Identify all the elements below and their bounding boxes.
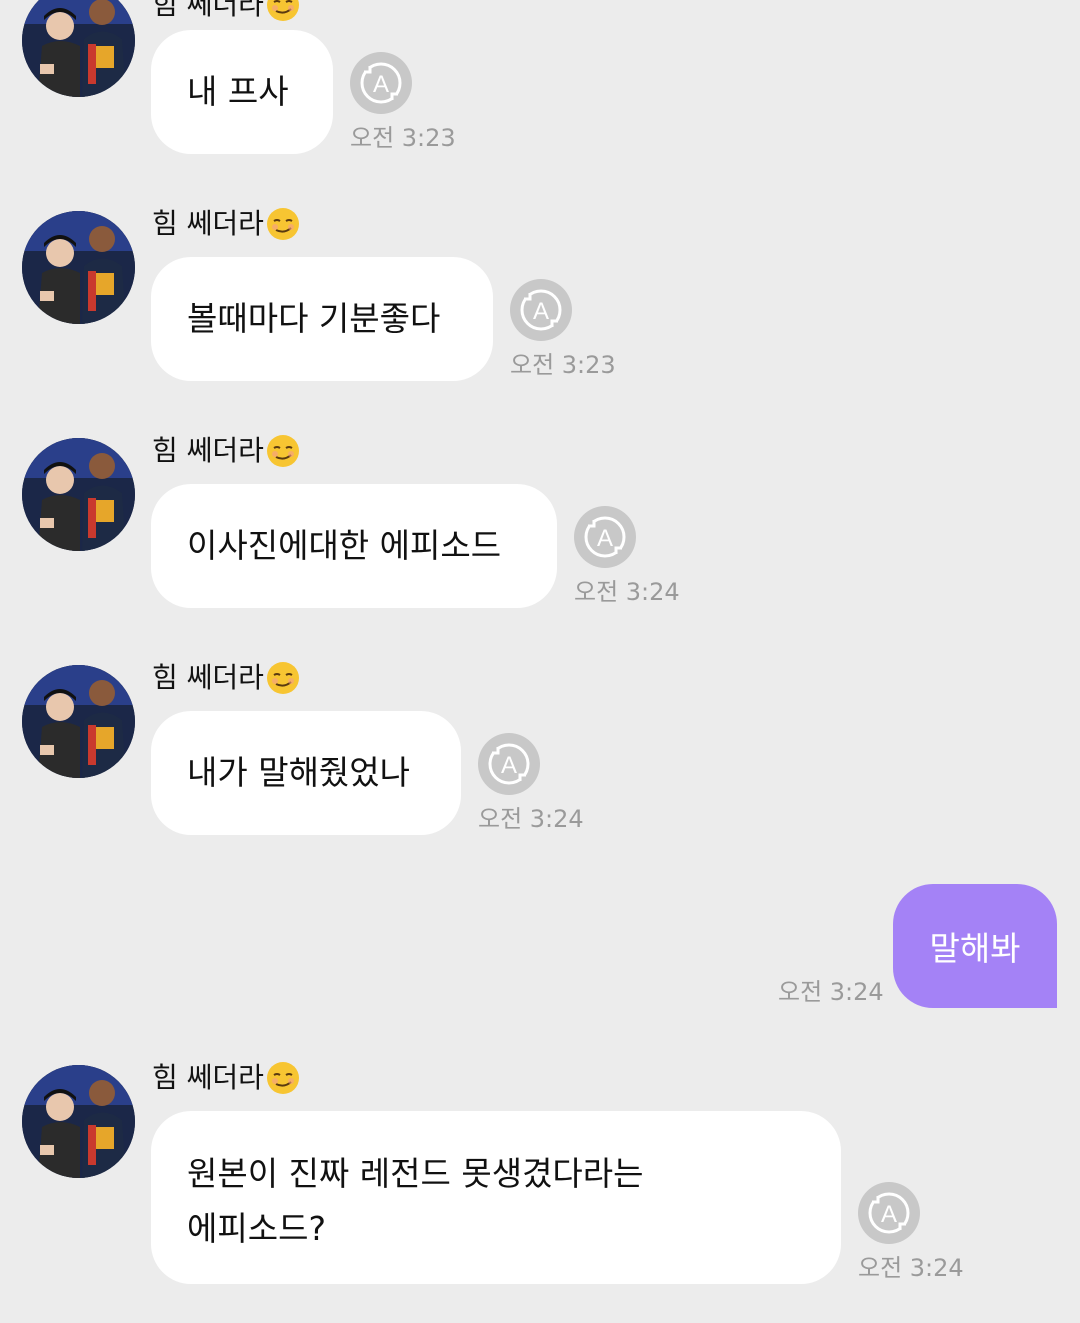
avatar[interactable] (22, 665, 135, 778)
message-text: 내 프사 (187, 72, 289, 111)
smirking-face-icon (266, 1061, 300, 1095)
svg-text:A: A (533, 298, 549, 325)
auto-translate-icon: A (868, 1192, 910, 1234)
timestamp: 오전 3:24 (478, 805, 584, 833)
message-text: 볼때마다 기분좋다 (187, 299, 441, 338)
avatar[interactable] (22, 0, 135, 97)
translate-button[interactable]: A (858, 1182, 920, 1244)
sender-name: 힘 쎄더라 (152, 1061, 300, 1095)
timestamp: 오전 3:24 (574, 578, 680, 606)
timestamp: 오전 3:23 (510, 351, 616, 379)
message-text-line: 원본이 진짜 레전드 못생겼다라는 (187, 1154, 644, 1193)
sender-name: 힘 쎄더라 (152, 434, 300, 468)
profile-photo-image (22, 1065, 135, 1178)
svg-text:A: A (373, 71, 389, 98)
sender-name-text: 힘 쎄더라 (152, 1061, 264, 1094)
message-text: 이사진에대한 에피소드 (187, 526, 502, 565)
profile-photo-image (22, 0, 135, 97)
my-message-text: 말해봐 (929, 929, 1021, 968)
svg-text:A: A (501, 752, 517, 779)
translate-button[interactable]: A (510, 279, 572, 341)
avatar[interactable] (22, 211, 135, 324)
profile-photo-image (22, 438, 135, 551)
svg-text:A: A (597, 525, 613, 552)
message-bubble[interactable]: 원본이 진짜 레전드 못생겼다라는 에피소드? (151, 1111, 841, 1284)
sender-name-text: 힘 쎄더라 (152, 207, 264, 240)
translate-button[interactable]: A (574, 506, 636, 568)
auto-translate-icon: A (584, 516, 626, 558)
message-text-line: 에피소드? (187, 1209, 326, 1248)
timestamp: 오전 3:24 (858, 1254, 964, 1282)
auto-translate-icon: A (360, 62, 402, 104)
sender-name-text: 힘 쎄더라 (152, 434, 264, 467)
timestamp: 오전 3:23 (350, 124, 456, 152)
sender-name: 힘 쎄더라 (152, 207, 300, 241)
profile-photo-image (22, 665, 135, 778)
translate-button[interactable]: A (350, 52, 412, 114)
smirking-face-icon (266, 207, 300, 241)
message-bubble[interactable]: 내가 말해줬었나 (151, 711, 461, 835)
auto-translate-icon: A (488, 743, 530, 785)
sender-name: 힘 쎄더라 (152, 0, 300, 22)
svg-text:A: A (881, 1201, 897, 1228)
message-bubble[interactable]: 볼때마다 기분좋다 (151, 257, 493, 381)
my-timestamp: 오전 3:24 (778, 978, 884, 1006)
message-bubble[interactable]: 내 프사 (151, 30, 333, 154)
auto-translate-icon: A (520, 289, 562, 331)
avatar[interactable] (22, 438, 135, 551)
smirking-face-icon (266, 0, 300, 22)
my-message-bubble[interactable]: 말해봐 (893, 884, 1057, 1008)
message-text: 내가 말해줬었나 (187, 753, 411, 792)
sender-name: 힘 쎄더라 (152, 661, 300, 695)
translate-button[interactable]: A (478, 733, 540, 795)
message-bubble[interactable]: 이사진에대한 에피소드 (151, 484, 557, 608)
smirking-face-icon (266, 434, 300, 468)
sender-name-text: 힘 쎄더라 (152, 661, 264, 694)
avatar[interactable] (22, 1065, 135, 1178)
profile-photo-image (22, 211, 135, 324)
smirking-face-icon (266, 661, 300, 695)
sender-name-text: 힘 쎄더라 (152, 0, 264, 21)
